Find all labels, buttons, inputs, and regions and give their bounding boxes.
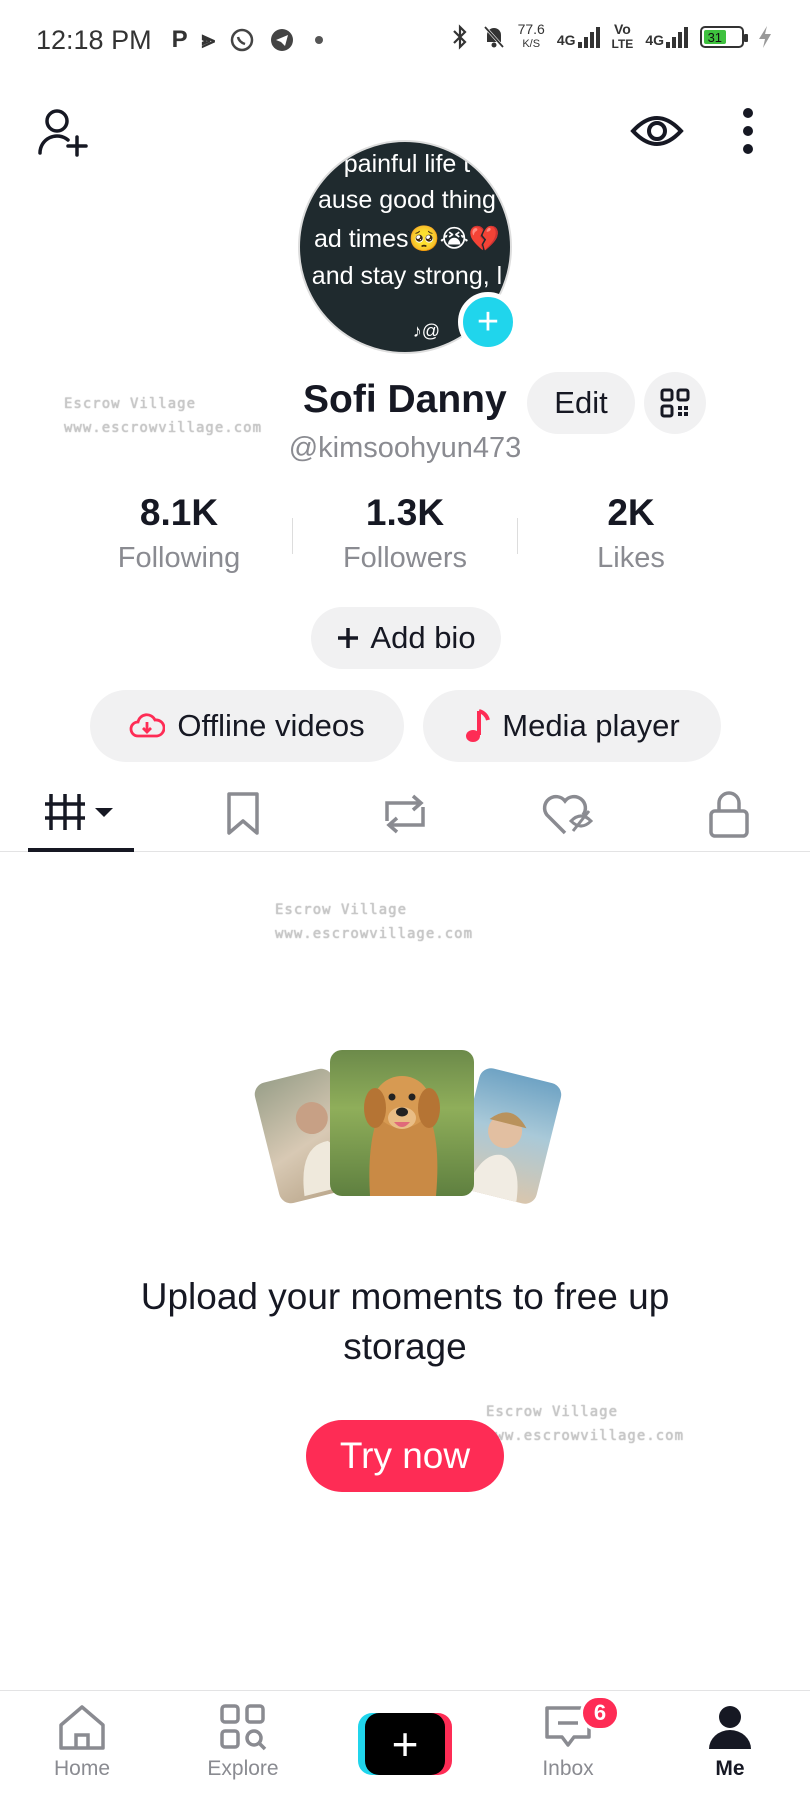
battery-icon: 31 xyxy=(700,26,748,48)
tab-reposts[interactable] xyxy=(352,776,458,852)
avatar-text-line: ause good thing xyxy=(318,186,496,214)
tiktok-logo-icon: ♪@ xyxy=(412,321,440,341)
person-icon xyxy=(709,1706,751,1749)
nav-label: Explore xyxy=(207,1757,279,1780)
watermark-line: Escrow Village xyxy=(64,396,197,412)
signal-2: 4G xyxy=(645,26,688,48)
nav-label: Me xyxy=(715,1757,745,1780)
stat-label: Following xyxy=(117,542,241,574)
stat-likes[interactable]: 2K Likes xyxy=(518,492,744,575)
network-type-2: 4G xyxy=(645,32,664,48)
content-tabs xyxy=(0,776,810,852)
signal-1: 4G xyxy=(557,26,600,48)
watermark-line: www.escrowvillage.com xyxy=(64,420,263,436)
tab-videos[interactable] xyxy=(28,776,134,852)
bluetooth-icon xyxy=(452,24,467,50)
notification-dot xyxy=(315,36,324,44)
watermark: Escrow Village www.escrowvillage.com xyxy=(64,392,262,440)
offline-videos-label: Offline videos xyxy=(177,708,365,743)
telegram-icon xyxy=(271,29,294,51)
stat-value: 8.1K xyxy=(139,492,219,533)
more-vertical-icon xyxy=(743,108,753,154)
p-app-icon: P xyxy=(171,26,188,53)
qr-code-button[interactable] xyxy=(644,372,706,434)
stat-following[interactable]: 8.1K Following xyxy=(66,492,292,575)
profile-views-button[interactable] xyxy=(626,100,688,162)
nav-label: Home xyxy=(53,1757,111,1780)
volte-bottom: LTE xyxy=(611,37,634,51)
status-bar: 12:18 PM P ⫸ 77.6 K/S 4G Vo LTE 4G 31 xyxy=(0,0,810,80)
edit-profile-button[interactable]: Edit xyxy=(527,372,635,434)
network-type-1: 4G xyxy=(556,32,576,48)
status-time: 12:18 PM xyxy=(36,24,152,55)
tab-favorites[interactable] xyxy=(190,776,296,852)
network-speed: 77.6 K/S xyxy=(518,22,545,52)
watermark: Escrow Village www.escrowvillage.com xyxy=(275,898,473,946)
dog-photo xyxy=(330,1050,474,1196)
volte-top: Vo xyxy=(613,21,631,37)
promo-title: Upload your moments to free up storage xyxy=(140,1276,670,1367)
sample-photos xyxy=(252,1050,564,1207)
explore-icon xyxy=(220,1704,267,1751)
charging-icon xyxy=(759,26,771,48)
nav-label: Inbox xyxy=(542,1757,594,1780)
stat-followers[interactable]: 1.3K Followers xyxy=(292,492,518,575)
volte-indicator: Vo LTE xyxy=(612,22,634,52)
offline-videos-button[interactable]: Offline videos xyxy=(90,690,404,762)
media-player-button[interactable]: Media player xyxy=(423,690,721,762)
speed-unit: K/S xyxy=(522,38,541,50)
inbox-badge: 6 xyxy=(580,1695,620,1731)
cloud-download-icon xyxy=(129,713,166,738)
tab-liked[interactable] xyxy=(514,776,620,852)
plus-icon xyxy=(338,628,359,648)
watermark-line: www.escrowvillage.com xyxy=(275,926,474,942)
stat-divider xyxy=(292,518,293,554)
watermark-line: Escrow Village xyxy=(275,902,408,918)
add-bio-label: Add bio xyxy=(370,620,476,655)
stat-label: Followers xyxy=(342,542,468,574)
stat-value: 2K xyxy=(607,492,655,533)
whatsapp-icon xyxy=(230,28,254,52)
try-now-button[interactable]: Try now xyxy=(306,1420,504,1492)
eye-icon xyxy=(630,116,684,146)
bottom-navigation: Home Explore + 6 Inbox Me xyxy=(0,1690,810,1800)
add-bio-button[interactable]: Add bio xyxy=(311,607,501,669)
nav-inbox[interactable]: 6 Inbox xyxy=(498,1695,638,1781)
avatar-text-line: ad times🥺😭💔 xyxy=(314,225,500,253)
media-player-label: Media player xyxy=(502,708,680,743)
stat-label: Likes xyxy=(597,542,665,574)
home-icon xyxy=(59,1705,105,1750)
battery-level: 31 xyxy=(704,30,726,45)
watermark-line: Escrow Village xyxy=(486,1404,619,1420)
lock-icon xyxy=(709,791,749,838)
bell-muted-icon xyxy=(483,25,504,49)
nav-home[interactable]: Home xyxy=(12,1703,152,1781)
nav-me[interactable]: Me xyxy=(660,1703,800,1781)
music-note-icon xyxy=(466,709,491,742)
person-plus-icon xyxy=(38,109,88,157)
add-avatar-button[interactable]: + xyxy=(458,292,518,352)
avatar-text-line: and stay strong, l xyxy=(311,262,503,290)
profile-avatar[interactable]: painful life t ause good thing ad times🥺… xyxy=(298,140,518,354)
media-app-icon: ⫸ xyxy=(201,26,216,53)
tab-private[interactable] xyxy=(676,776,782,852)
nav-explore[interactable]: Explore xyxy=(173,1703,313,1781)
create-post-button[interactable]: + xyxy=(358,1713,452,1775)
watermark-line: www.escrowvillage.com xyxy=(486,1428,685,1444)
profile-stats: 8.1K Following 1.3K Followers 2K Likes xyxy=(0,492,810,575)
qr-code-icon xyxy=(660,388,690,418)
more-menu-button[interactable] xyxy=(724,100,772,162)
videos-grid-icon xyxy=(45,794,113,830)
speed-value: 77.6 xyxy=(517,21,545,37)
avatar-text-line: painful life t xyxy=(343,150,471,178)
watermark: Escrow Village www.escrowvillage.com xyxy=(486,1400,684,1448)
bookmark-icon xyxy=(227,792,259,835)
stat-value: 1.3K xyxy=(365,492,445,533)
liked-hidden-icon xyxy=(542,794,594,835)
repost-icon xyxy=(385,794,425,834)
display-name: Sofi Danny xyxy=(303,378,507,421)
plus-icon: + xyxy=(365,1713,445,1775)
add-friend-button[interactable] xyxy=(30,100,96,166)
